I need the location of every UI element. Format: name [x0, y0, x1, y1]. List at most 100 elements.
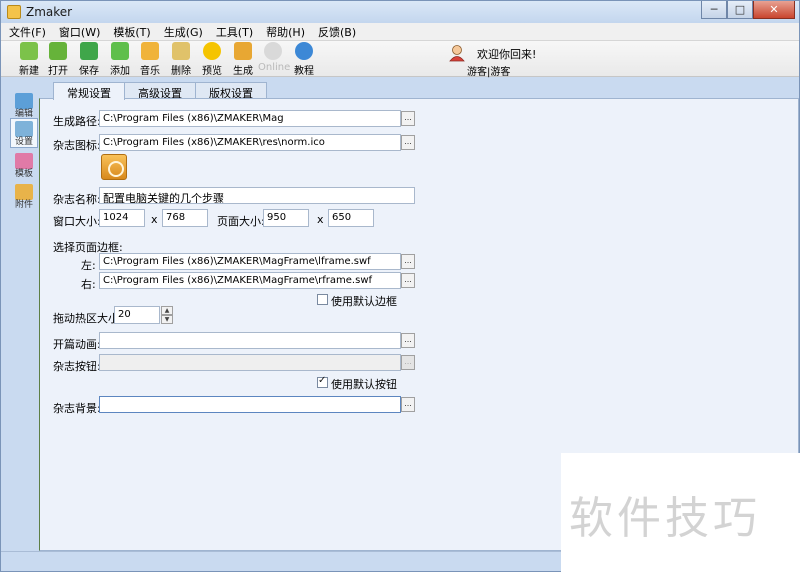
hotzone-stepper[interactable]: ▲ ▼: [161, 306, 173, 324]
sidebar-item-template[interactable]: 模板: [10, 150, 38, 180]
music-button[interactable]: 音乐: [135, 42, 165, 77]
tab-copyright[interactable]: 版权设置: [195, 82, 267, 100]
open-label: 打开: [48, 66, 68, 77]
window-size-label: 窗口大小:: [53, 215, 101, 228]
music-label: 音乐: [140, 66, 160, 77]
right-frame-browse-button[interactable]: ...: [401, 273, 415, 288]
minimize-button[interactable]: ─: [701, 1, 727, 19]
edit-icon: [15, 93, 33, 109]
magazine-background-browse-button[interactable]: ...: [401, 397, 415, 412]
hotzone-size-field[interactable]: 20: [114, 306, 160, 324]
magazine-buttons-browse-button[interactable]: ...: [401, 355, 415, 370]
online-label: Online: [258, 62, 291, 73]
close-button[interactable]: ✕: [753, 1, 795, 19]
default-buttons-checkbox[interactable]: [317, 375, 328, 388]
help-icon: [295, 42, 313, 60]
window-width-field[interactable]: 1024: [99, 209, 145, 227]
output-path-field[interactable]: C:\Program Files (x86)\ZMAKER\Mag: [99, 110, 401, 127]
icon-path-field[interactable]: C:\Program Files (x86)\ZMAKER\res\norm.i…: [99, 134, 401, 151]
tutorial-button[interactable]: 教程: [289, 42, 319, 77]
new-icon: [20, 42, 38, 60]
delete-icon: [172, 42, 190, 60]
page-width-field[interactable]: 950: [263, 209, 309, 227]
left-frame-label: 左:: [81, 259, 96, 272]
save-label: 保存: [79, 66, 99, 77]
opening-animation-field[interactable]: [99, 332, 401, 349]
icon-path-browse-button[interactable]: ...: [401, 135, 415, 150]
menu-generate[interactable]: 生成(G): [164, 24, 203, 40]
default-buttons-label: 使用默认按钮: [331, 378, 397, 391]
menu-feedback[interactable]: 反馈(B): [318, 24, 356, 40]
add-icon: [111, 42, 129, 60]
new-button[interactable]: 新建: [14, 42, 44, 77]
size-separator: x: [317, 213, 324, 226]
tab-advanced[interactable]: 高级设置: [124, 82, 196, 100]
menu-tools[interactable]: 工具(T): [216, 24, 253, 40]
generate-button[interactable]: 生成: [228, 42, 258, 77]
hotzone-size-label: 拖动热区大小:: [53, 312, 123, 325]
title-bar[interactable]: Zmaker ─ □ ✕: [1, 1, 799, 23]
star-icon: [203, 42, 221, 60]
window-controls: ─ □ ✕: [701, 1, 795, 19]
app-icon: [7, 5, 21, 19]
output-path-browse-button[interactable]: ...: [401, 111, 415, 126]
left-frame-browse-button[interactable]: ...: [401, 254, 415, 269]
stepper-down-icon[interactable]: ▼: [161, 315, 173, 324]
left-frame-field[interactable]: C:\Program Files (x86)\ZMAKER\MagFrame\l…: [99, 253, 401, 270]
open-icon: [49, 42, 67, 60]
sidebar-item-label: 设置: [14, 137, 33, 147]
output-path-label: 生成路径:: [53, 115, 101, 128]
generate-label: 生成: [233, 66, 253, 77]
sidebar-item-edit[interactable]: 编辑: [10, 90, 38, 120]
sidebar-item-attachment[interactable]: 附件: [10, 181, 38, 211]
opening-animation-label: 开篇动画:: [53, 338, 101, 351]
stepper-up-icon[interactable]: ▲: [161, 306, 173, 315]
magazine-icon-preview: [101, 154, 127, 180]
music-icon: [141, 42, 159, 60]
magazine-background-field[interactable]: [99, 396, 401, 413]
template-icon: [15, 153, 33, 169]
menu-bar: 文件(F) 窗口(W) 模板(T) 生成(G) 工具(T) 帮助(H) 反馈(B…: [1, 23, 799, 41]
opening-animation-browse-button[interactable]: ...: [401, 333, 415, 348]
default-frame-checkbox[interactable]: [317, 294, 328, 305]
side-nav: 编辑 设置 模板 附件: [1, 78, 39, 551]
page-size-label: 页面大小:: [217, 215, 265, 228]
window-title: Zmaker: [26, 5, 73, 19]
menu-template[interactable]: 模板(T): [113, 24, 150, 40]
magazine-buttons-field[interactable]: [99, 354, 401, 371]
default-frame-label: 使用默认边框: [331, 295, 397, 308]
online-icon: [264, 42, 282, 60]
add-button[interactable]: 添加: [105, 42, 135, 77]
watermark-text: 软件技巧: [569, 493, 761, 544]
magazine-name-field[interactable]: 配置电脑关键的几个步骤: [99, 187, 415, 204]
menu-window[interactable]: 窗口(W): [59, 24, 100, 40]
preview-label: 预览: [202, 66, 222, 77]
magazine-name-label: 杂志名称:: [53, 193, 101, 206]
delete-label: 删除: [171, 66, 191, 77]
tab-general[interactable]: 常规设置: [53, 82, 125, 100]
menu-help[interactable]: 帮助(H): [266, 24, 305, 40]
sidebar-item-label: 附件: [14, 200, 33, 210]
user-info: 欢迎你回来! 游客|游客: [446, 43, 556, 78]
sidebar-item-settings[interactable]: 设置: [10, 118, 38, 148]
user-avatar-icon: [449, 45, 465, 62]
magazine-background-label: 杂志背景:: [53, 402, 101, 415]
settings-icon: [15, 121, 33, 137]
delete-button[interactable]: 删除: [166, 42, 196, 77]
preview-button[interactable]: 预览: [197, 42, 227, 77]
app-window: Zmaker ─ □ ✕ 文件(F) 窗口(W) 模板(T) 生成(G) 工具(…: [0, 0, 800, 573]
magazine-buttons-label: 杂志按钮:: [53, 360, 101, 373]
online-button[interactable]: Online: [258, 42, 291, 76]
page-height-field[interactable]: 650: [328, 209, 374, 227]
maximize-button[interactable]: □: [727, 1, 753, 19]
window-height-field[interactable]: 768: [162, 209, 208, 227]
tutorial-label: 教程: [294, 66, 314, 77]
open-button[interactable]: 打开: [43, 42, 73, 77]
right-frame-field[interactable]: C:\Program Files (x86)\ZMAKER\MagFrame\r…: [99, 272, 401, 289]
menu-file[interactable]: 文件(F): [9, 24, 46, 40]
save-button[interactable]: 保存: [74, 42, 104, 77]
sidebar-item-label: 模板: [14, 169, 33, 179]
new-label: 新建: [19, 66, 39, 77]
toolbar: 新建 打开 保存 添加 音乐 删除 预览 生成 Online 教程: [1, 41, 799, 77]
generate-icon: [234, 42, 252, 60]
